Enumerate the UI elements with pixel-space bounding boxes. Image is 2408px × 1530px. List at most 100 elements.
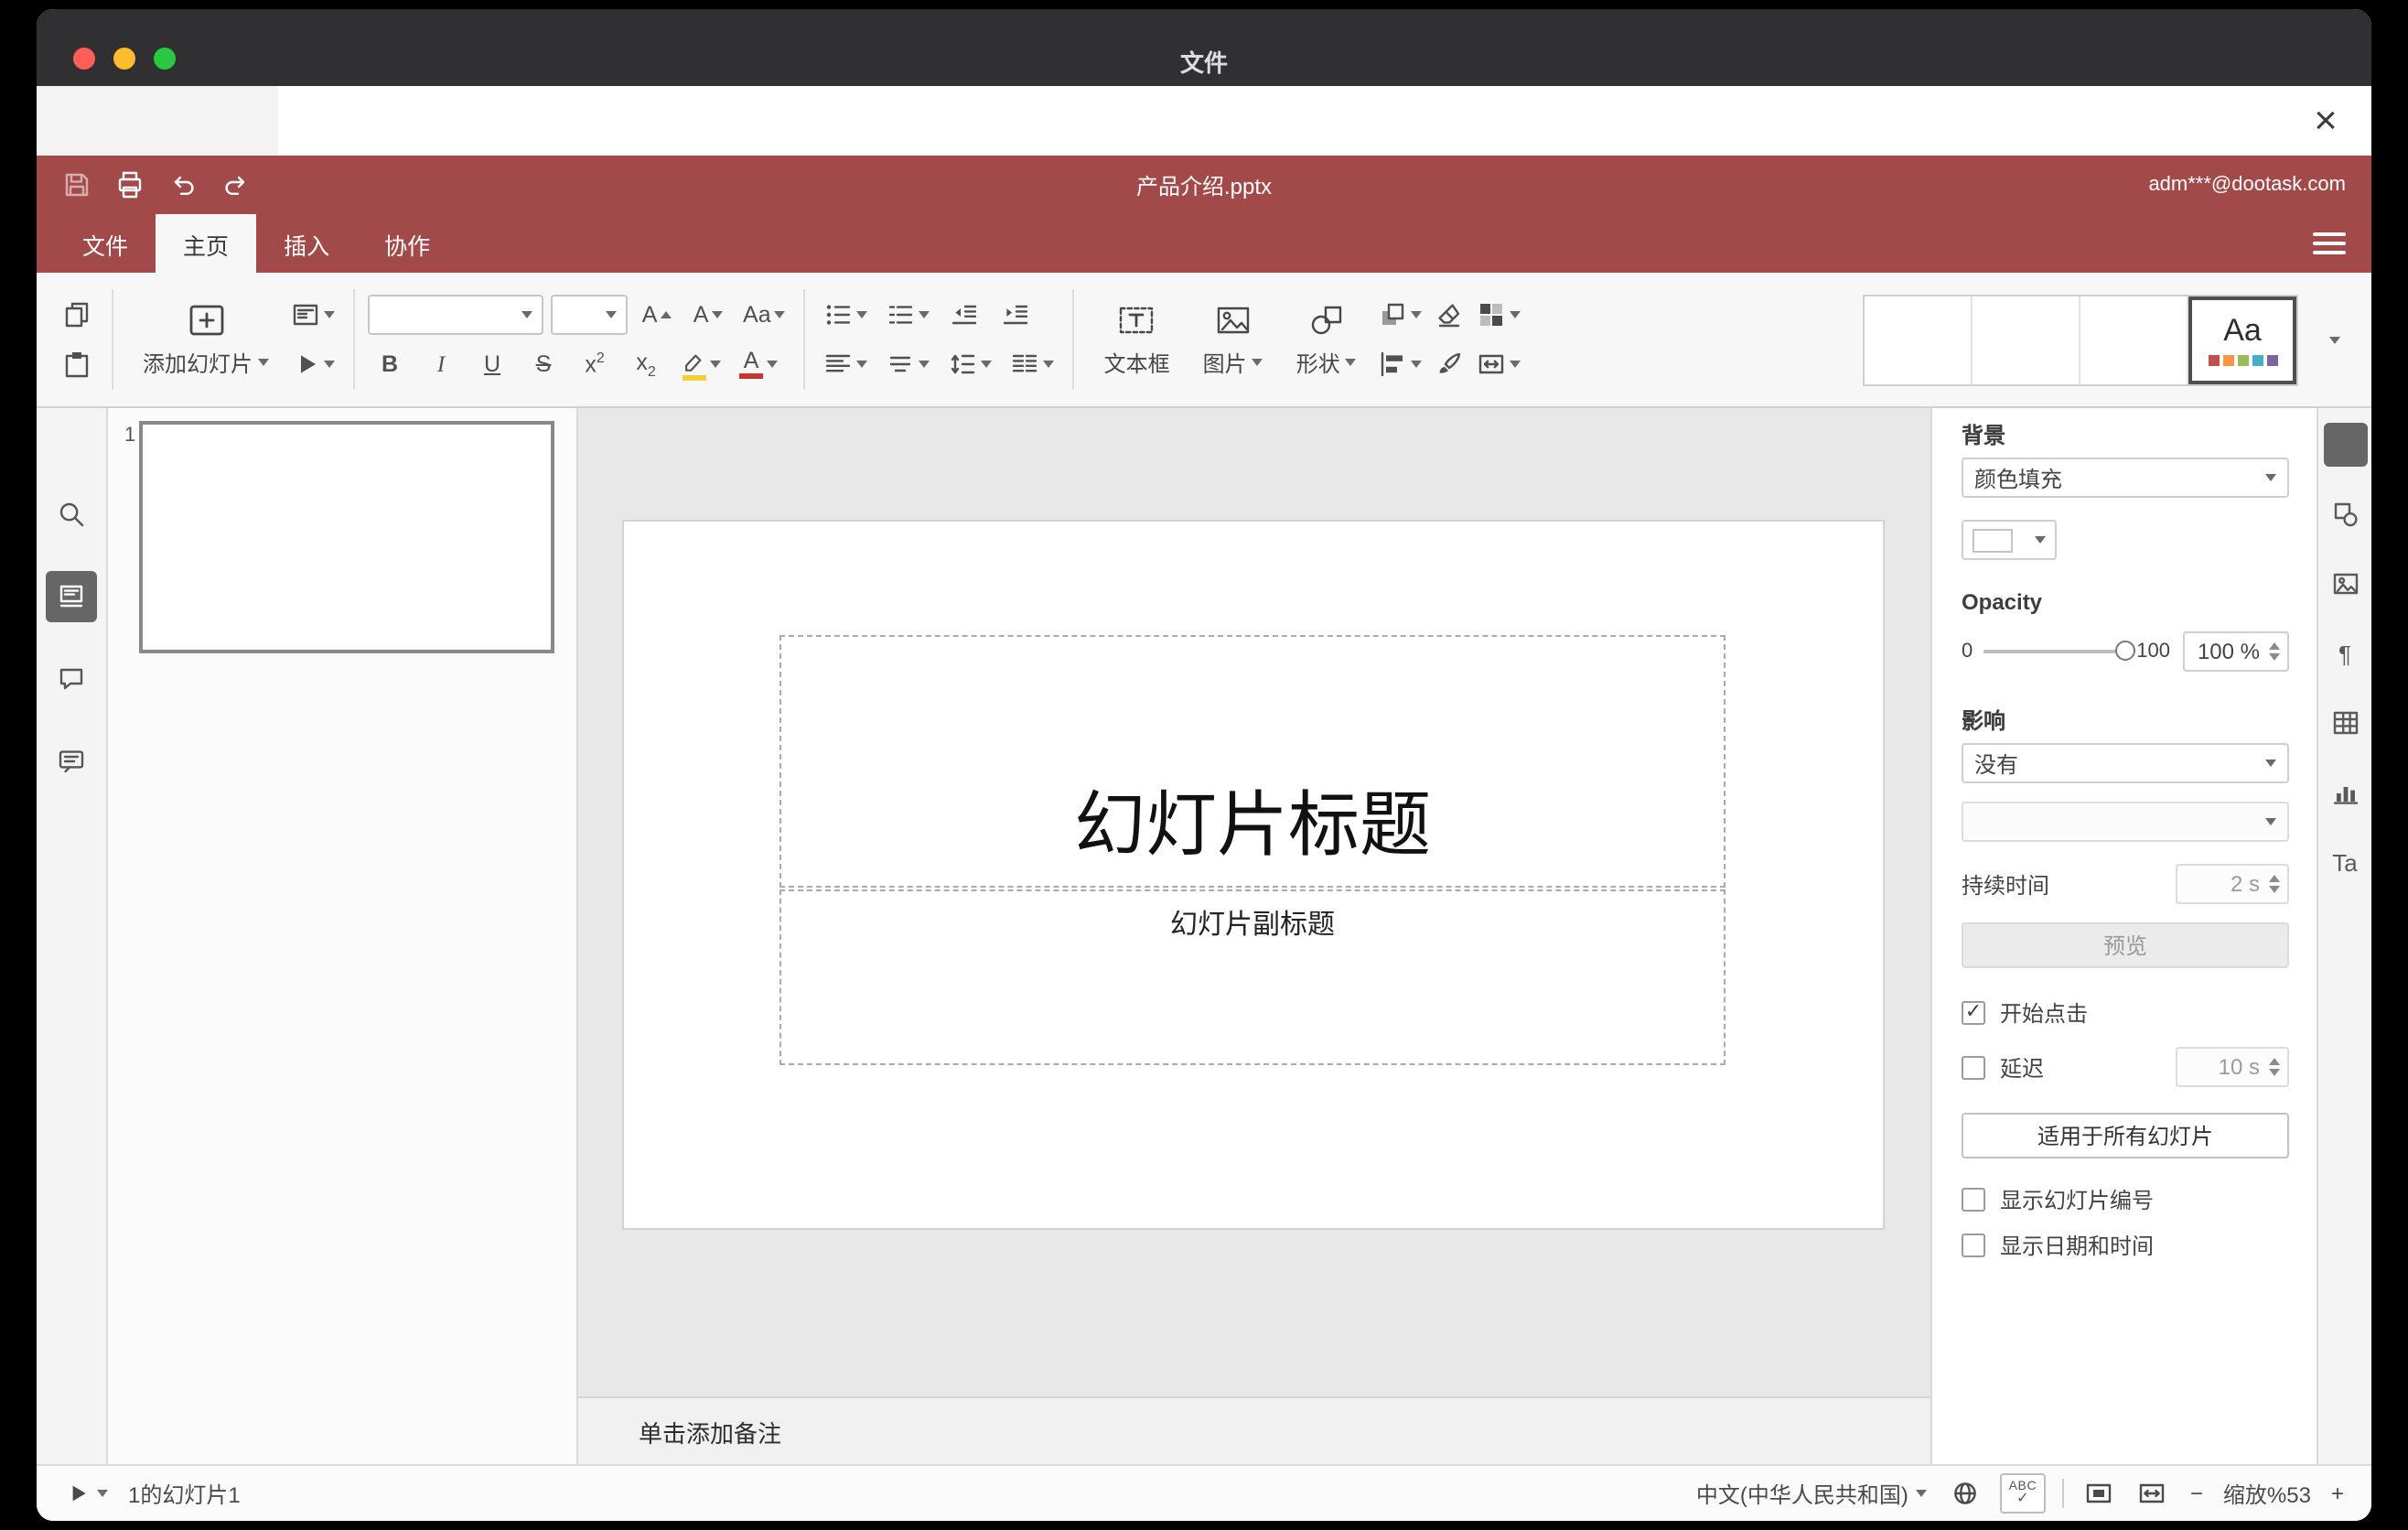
theme-gallery-expand-button[interactable]	[2317, 294, 2353, 385]
effect-type-select[interactable]	[1962, 802, 2289, 842]
tab-home[interactable]: 主页	[156, 214, 257, 273]
chart-settings-button[interactable]	[2323, 770, 2367, 814]
decrease-font-button[interactable]: A	[686, 295, 730, 335]
show-slide-number-row[interactable]: 显示幻灯片编号	[1962, 1184, 2289, 1215]
subtitle-placeholder[interactable]: 幻灯片副标题	[779, 889, 1725, 1065]
theme-option[interactable]	[1973, 296, 2080, 383]
shape-settings-button[interactable]	[2323, 492, 2367, 536]
tab-collaboration[interactable]: 协作	[357, 214, 457, 273]
chat-button[interactable]	[46, 736, 97, 787]
zoom-in-button[interactable]: +	[2327, 1471, 2348, 1515]
slide-thumbnail[interactable]	[139, 421, 554, 653]
show-slide-number-checkbox[interactable]	[1962, 1188, 1985, 1212]
background-fill-select[interactable]: 颜色填充	[1962, 458, 2289, 498]
paragraph-settings-button[interactable]: ¶	[2323, 631, 2367, 675]
start-slideshow-status-button[interactable]	[60, 1471, 112, 1515]
spinner-arrows-icon[interactable]	[2269, 641, 2280, 662]
insert-textbox-button[interactable]: 文本框	[1088, 279, 1187, 400]
paste-button[interactable]	[55, 344, 99, 384]
horizontal-align-button[interactable]	[819, 344, 874, 384]
undo-button[interactable]	[165, 167, 201, 203]
delay-checkbox[interactable]	[1962, 1055, 1985, 1079]
opacity-input[interactable]: 100 %	[2183, 631, 2289, 672]
slide-counter: 1的幻灯片1	[128, 1482, 241, 1507]
italic-button[interactable]: I	[419, 344, 463, 384]
effect-select[interactable]: 没有	[1962, 743, 2289, 783]
slide-layout-button[interactable]	[285, 295, 340, 335]
notes-area[interactable]: 单击添加备注	[578, 1396, 1930, 1464]
opacity-slider-knob[interactable]	[2114, 641, 2135, 661]
close-editor-button[interactable]: ×	[2298, 93, 2353, 148]
strikethrough-button[interactable]: S	[521, 344, 565, 384]
show-date-time-row[interactable]: 显示日期和时间	[1962, 1230, 2289, 1261]
underline-button[interactable]: U	[470, 344, 514, 384]
spinner-arrows-icon[interactable]	[2269, 1057, 2280, 1077]
vertical-align-button[interactable]	[881, 344, 936, 384]
highlight-color-button[interactable]	[675, 344, 726, 384]
start-on-click-row[interactable]: ✓ 开始点击	[1962, 997, 2289, 1029]
apply-to-all-slides-button[interactable]: 适用于所有幻灯片	[1962, 1113, 2289, 1158]
copy-button[interactable]	[55, 295, 99, 335]
slides-panel-button[interactable]	[46, 571, 97, 622]
save-button[interactable]	[59, 167, 95, 203]
insert-columns-button[interactable]	[1005, 344, 1060, 384]
font-name-combo[interactable]	[368, 295, 544, 335]
print-button[interactable]	[112, 167, 148, 203]
align-shape-button[interactable]	[1373, 344, 1428, 384]
slide-size-button[interactable]	[1472, 344, 1527, 384]
fit-to-width-button[interactable]	[2134, 1471, 2170, 1515]
show-date-time-checkbox[interactable]	[1962, 1234, 1985, 1257]
theme-option-selected[interactable]: Aa	[2188, 296, 2296, 383]
change-case-button[interactable]: Aa	[737, 295, 791, 335]
tab-file[interactable]: 文件	[55, 214, 156, 273]
search-button[interactable]	[46, 489, 97, 540]
increase-font-button[interactable]: A	[635, 295, 679, 335]
slide[interactable]: 幻灯片标题 幻灯片副标题	[624, 522, 1883, 1228]
slide-settings-button[interactable]	[2323, 423, 2367, 467]
language-selector[interactable]: 中文(中华人民共和国)	[1693, 1471, 1930, 1515]
comments-button[interactable]	[46, 653, 97, 705]
spellcheck-toggle[interactable]: ABC ✓	[1999, 1473, 2046, 1514]
bold-button[interactable]: B	[368, 344, 412, 384]
numbering-button[interactable]	[881, 295, 936, 335]
increase-indent-button[interactable]	[994, 295, 1038, 335]
insert-image-button[interactable]: 图片	[1187, 279, 1280, 400]
line-spacing-button[interactable]	[943, 344, 998, 384]
slide-canvas[interactable]: 幻灯片标题 幻灯片副标题	[578, 408, 1930, 1396]
color-scheme-button[interactable]	[1472, 295, 1527, 335]
copy-style-button[interactable]	[1428, 344, 1472, 384]
font-color-button[interactable]: A	[734, 344, 783, 384]
document-language-button[interactable]	[1947, 1471, 1983, 1515]
clear-style-button[interactable]	[1428, 295, 1472, 335]
insert-shape-button[interactable]: 形状	[1280, 279, 1373, 400]
zoom-out-button[interactable]: −	[2187, 1471, 2207, 1515]
subscript-button[interactable]: x2	[624, 344, 668, 384]
bullets-button[interactable]	[819, 295, 874, 335]
preview-button[interactable]: 预览	[1962, 922, 2289, 968]
image-settings-button[interactable]	[2323, 562, 2367, 606]
font-size-combo[interactable]	[551, 295, 629, 335]
textart-settings-button[interactable]: Ta	[2323, 840, 2367, 884]
spinner-arrows-icon[interactable]	[2269, 874, 2280, 894]
chevron-down-icon	[1411, 311, 1423, 318]
theme-option[interactable]	[1865, 296, 1973, 383]
superscript-button[interactable]: x2	[573, 344, 617, 384]
start-slideshow-button[interactable]	[285, 344, 340, 384]
start-on-click-checkbox[interactable]: ✓	[1962, 1001, 1985, 1025]
title-placeholder[interactable]: 幻灯片标题	[779, 635, 1725, 888]
chevron-down-icon	[2265, 474, 2276, 481]
opacity-slider[interactable]	[1983, 641, 2135, 661]
decrease-indent-button[interactable]	[943, 295, 987, 335]
add-slide-button[interactable]: 添加幻灯片	[126, 279, 285, 400]
menu-hamburger-icon[interactable]	[2309, 227, 2349, 260]
theme-option[interactable]	[2080, 296, 2188, 383]
fit-to-slide-button[interactable]	[2080, 1471, 2117, 1515]
duration-input[interactable]: 2 s	[2176, 864, 2289, 904]
delay-input[interactable]: 10 s	[2176, 1047, 2289, 1087]
redo-button[interactable]	[218, 167, 254, 203]
tab-insert[interactable]: 插入	[256, 214, 357, 273]
table-settings-button[interactable]	[2323, 701, 2367, 745]
arrange-shape-button[interactable]	[1373, 295, 1428, 335]
fill-color-select[interactable]	[1962, 520, 2057, 560]
editor-main: 幻灯片标题 幻灯片副标题 单击添加备注	[578, 408, 1930, 1464]
